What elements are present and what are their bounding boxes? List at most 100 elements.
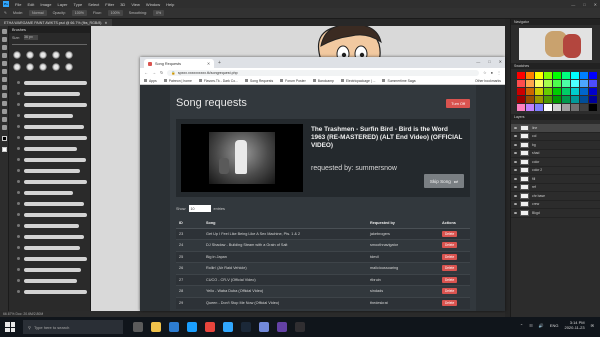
eye-icon[interactable] <box>514 169 517 172</box>
color-swatch[interactable] <box>571 80 579 87</box>
delete-button[interactable]: Delete <box>442 230 458 237</box>
delete-button[interactable]: Delete <box>442 253 458 260</box>
close-icon[interactable]: ✕ <box>105 21 108 25</box>
color-swatch[interactable] <box>544 104 552 111</box>
color-swatch[interactable] <box>526 72 534 79</box>
column-header-id[interactable]: ID <box>176 218 206 229</box>
layer-row[interactable]: chr base <box>511 192 600 201</box>
marquee-tool-icon[interactable] <box>1 37 7 42</box>
brush-preset[interactable] <box>39 63 47 71</box>
notification-icon[interactable]: ✉ <box>591 323 594 328</box>
color-swatch[interactable] <box>517 96 525 103</box>
color-swatch[interactable] <box>535 96 543 103</box>
color-swatch[interactable] <box>544 96 552 103</box>
background-color[interactable] <box>1 147 7 152</box>
layer-row[interactable]: shad <box>511 150 600 158</box>
brush-stroke-preset[interactable] <box>17 88 87 99</box>
maximize-icon[interactable]: □ <box>488 59 490 64</box>
color-swatch[interactable] <box>580 80 588 87</box>
video-player[interactable] <box>181 124 303 192</box>
eye-icon[interactable] <box>514 160 517 163</box>
menu-file[interactable]: File <box>15 2 21 7</box>
mode-select[interactable]: Normal <box>29 10 47 16</box>
layer-row[interactable]: color <box>511 158 600 167</box>
eyedropper-tool-icon[interactable] <box>1 61 7 66</box>
entries-select[interactable]: 10 <box>188 205 211 212</box>
layer-row[interactable]: crew <box>511 201 600 209</box>
bookmark-item[interactable]: Flavors.Tk - Dark Co... <box>198 79 238 83</box>
delete-button[interactable]: Delete <box>442 242 458 249</box>
zoom-tool-icon[interactable] <box>1 125 7 130</box>
bookmark-item[interactable]: Apps <box>144 79 157 83</box>
color-swatch[interactable] <box>562 96 570 103</box>
layer-row[interactable]: Bkgd <box>511 209 600 218</box>
crop-tool-icon[interactable] <box>1 53 7 58</box>
browser-tab[interactable]: Song Requests ✕ <box>144 59 214 68</box>
foreground-color[interactable] <box>1 136 7 141</box>
minimize-icon[interactable]: — <box>571 2 575 7</box>
color-swatch[interactable] <box>589 96 597 103</box>
navigator-thumbnail[interactable] <box>519 28 592 60</box>
bookmark-item[interactable]: Forum Poster <box>280 79 306 83</box>
column-header-song[interactable]: Song <box>206 218 370 229</box>
brush-stroke-preset[interactable] <box>17 231 87 242</box>
brush-tool-icon[interactable]: ✎ <box>4 11 7 15</box>
eye-icon[interactable] <box>514 177 517 180</box>
color-swatch[interactable] <box>544 80 552 87</box>
brush-preset[interactable] <box>26 51 34 59</box>
brush-stroke-preset[interactable] <box>17 99 87 110</box>
pen-tool-icon[interactable] <box>1 101 7 106</box>
color-swatch[interactable] <box>580 72 588 79</box>
taskbar-search[interactable]: ⚲ Type here to search <box>23 320 123 334</box>
reload-icon[interactable]: ↻ <box>160 70 163 75</box>
layer-row[interactable]: col <box>511 133 600 141</box>
brush-stroke-preset[interactable] <box>17 176 87 187</box>
eraser-tool-icon[interactable] <box>1 85 7 90</box>
color-swatch[interactable] <box>562 88 570 95</box>
color-swatch[interactable] <box>517 104 525 111</box>
new-tab-icon[interactable]: + <box>218 60 221 66</box>
flow-field[interactable]: 100% <box>107 10 123 16</box>
eye-icon[interactable] <box>514 186 517 189</box>
brush-stroke-preset[interactable] <box>17 242 87 253</box>
volume-icon[interactable]: 🔊 <box>539 323 544 328</box>
menu-filter[interactable]: Filter <box>105 2 114 7</box>
brush-stroke-preset[interactable] <box>17 286 87 297</box>
brush-stroke-preset[interactable] <box>17 121 87 132</box>
color-swatch[interactable] <box>562 72 570 79</box>
brush-stroke-preset[interactable] <box>17 132 87 143</box>
move-tool-icon[interactable] <box>1 29 7 34</box>
document-tab[interactable]: ETHA WARGAME PAINT AWKTS.psd @ 66.7% (fb… <box>0 19 112 26</box>
smoothing-field[interactable]: 0% <box>152 10 165 16</box>
brush-stroke-preset[interactable] <box>17 143 87 154</box>
eye-icon[interactable] <box>514 126 517 129</box>
color-swatch[interactable] <box>589 104 597 111</box>
eye-icon[interactable] <box>514 143 517 146</box>
navigator-panel-header[interactable]: Navigator <box>511 19 600 25</box>
color-swatch[interactable] <box>535 72 543 79</box>
delete-button[interactable]: Delete <box>442 300 458 306</box>
chrome-icon[interactable] <box>205 322 215 332</box>
brush-preset[interactable] <box>13 63 21 71</box>
delete-button[interactable]: Delete <box>442 276 458 283</box>
color-swatch[interactable] <box>517 88 525 95</box>
brush-stroke-preset[interactable] <box>17 220 87 231</box>
photoshop-icon[interactable] <box>223 322 233 332</box>
color-swatch[interactable] <box>553 88 561 95</box>
layers-panel-header[interactable]: Layers <box>511 114 600 120</box>
layer-row[interactable]: color 2 <box>511 167 600 175</box>
eye-icon[interactable] <box>514 203 517 206</box>
brush-stroke-preset[interactable] <box>17 77 87 88</box>
star-icon[interactable]: ☆ <box>483 70 487 75</box>
brush-preset[interactable] <box>13 51 21 59</box>
eye-icon[interactable] <box>514 211 517 214</box>
chevron-up-icon[interactable]: ⌃ <box>520 323 523 328</box>
menu-3d[interactable]: 3D <box>120 2 125 7</box>
color-swatch[interactable] <box>544 72 552 79</box>
color-swatch[interactable] <box>580 88 588 95</box>
layer-row[interactable]: ref <box>511 184 600 192</box>
bookmark-item[interactable]: Patreon | home <box>163 79 192 83</box>
close-icon[interactable]: ✕ <box>499 59 502 64</box>
brush-preset[interactable] <box>65 51 73 59</box>
hand-tool-icon[interactable] <box>1 117 7 122</box>
